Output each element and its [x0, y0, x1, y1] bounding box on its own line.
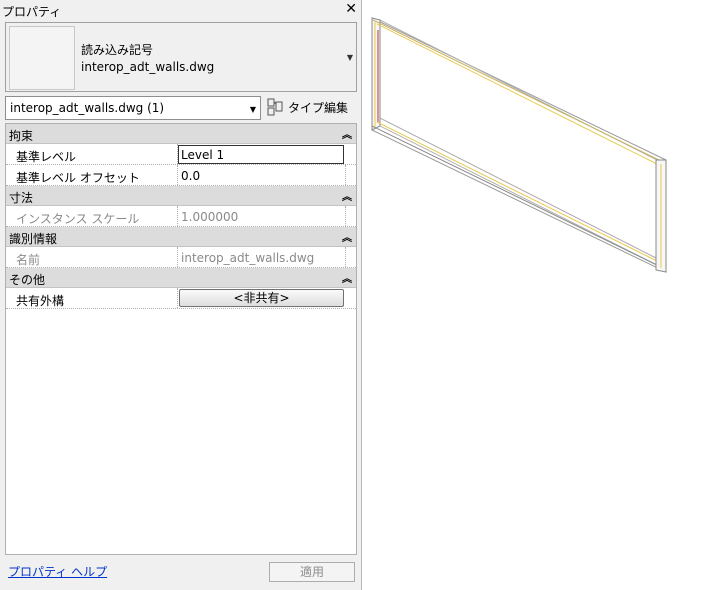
type-edit-button[interactable]: タイプ編集	[266, 96, 356, 118]
section-label: その他	[9, 273, 46, 287]
column-divider	[177, 165, 178, 185]
type-name: interop_adt_walls.dwg	[81, 60, 215, 74]
section-other[interactable]: その他 ︽	[6, 268, 356, 288]
properties-help-link[interactable]: プロパティ ヘルプ	[8, 563, 107, 580]
column-divider	[345, 206, 346, 226]
imported-dwg-wall[interactable]	[371, 17, 667, 273]
property-key: 基準レベル	[16, 150, 77, 164]
properties-panel: プロパティ ✕ 読み込み記号 interop_adt_walls.dwg ▼ i…	[0, 0, 362, 590]
base-level-value: Level 1	[181, 148, 225, 162]
type-edit-icon	[267, 98, 283, 116]
instance-filter-dropdown[interactable]: interop_adt_walls.dwg (1) ▼	[5, 96, 261, 120]
property-row[interactable]: 基準レベル オフセット 0.0	[6, 165, 356, 186]
chevron-down-icon[interactable]: ▼	[347, 53, 353, 62]
property-key: 基準レベル オフセット	[16, 171, 140, 185]
name-value: interop_adt_walls.dwg	[181, 251, 315, 265]
property-row: 名前 interop_adt_walls.dwg	[6, 247, 356, 268]
section-label: 拘束	[9, 129, 34, 143]
type-family-name: 読み込み記号	[81, 43, 154, 57]
section-label: 寸法	[9, 191, 34, 205]
chevron-down-icon[interactable]: ▼	[250, 105, 256, 114]
shared-site-button[interactable]: <非共有>	[179, 289, 344, 307]
type-preview-thumbnail	[9, 26, 75, 90]
instance-filter-value: interop_adt_walls.dwg (1)	[10, 101, 165, 115]
column-divider	[345, 165, 346, 185]
property-key: インスタンス スケール	[16, 212, 140, 226]
type-selector[interactable]: 読み込み記号 interop_adt_walls.dwg ▼	[5, 22, 357, 92]
instance-scale-value: 1.000000	[181, 210, 239, 224]
properties-titlebar: プロパティ ✕	[0, 0, 361, 20]
panel-title: プロパティ	[2, 5, 62, 19]
property-key: 名前	[16, 253, 41, 267]
section-dimensions[interactable]: 寸法 ︽	[6, 186, 356, 206]
column-divider	[345, 247, 346, 267]
chevron-up-double-icon[interactable]: ︽	[342, 126, 352, 141]
section-identity[interactable]: 識別情報 ︽	[6, 227, 356, 247]
chevron-up-double-icon[interactable]: ︽	[342, 188, 352, 203]
3d-viewport[interactable]	[363, 0, 706, 590]
type-edit-label: タイプ編集	[288, 101, 349, 115]
section-constraints[interactable]: 拘束 ︽	[6, 124, 356, 144]
column-divider	[177, 247, 178, 267]
section-label: 識別情報	[9, 232, 58, 246]
chevron-up-double-icon[interactable]: ︽	[342, 229, 352, 244]
property-row[interactable]: 基準レベル Level 1	[6, 144, 356, 165]
property-row[interactable]: 共有外構 <非共有>	[6, 288, 356, 309]
column-divider	[177, 206, 178, 226]
column-divider	[177, 288, 178, 308]
properties-grid: 拘束 ︽ 基準レベル Level 1 基準レベル オフセット 0.0 寸法 ︽ …	[5, 123, 357, 555]
property-key: 共有外構	[16, 294, 65, 308]
close-icon[interactable]: ✕	[345, 1, 357, 17]
base-offset-value[interactable]: 0.0	[181, 169, 200, 183]
base-level-field[interactable]: Level 1	[178, 145, 344, 164]
property-row: インスタンス スケール 1.000000	[6, 206, 356, 227]
apply-button[interactable]: 適用	[269, 562, 355, 582]
chevron-up-double-icon[interactable]: ︽	[342, 270, 352, 285]
